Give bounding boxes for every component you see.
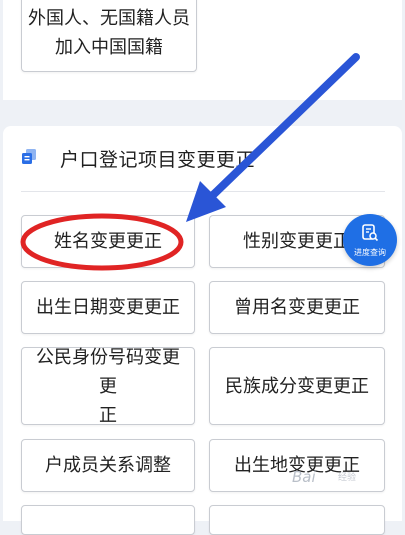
service-label-line2: 加入中国国籍 bbox=[55, 37, 163, 58]
service-birthdate-change[interactable]: 出生日期变更更正 bbox=[21, 281, 195, 334]
service-label-line1: 公民身份号码变更更 bbox=[36, 346, 180, 397]
watermark-logo: Bai bbox=[292, 468, 316, 486]
service-ethnicity-change[interactable]: 民族成分变更更正 bbox=[209, 347, 385, 425]
service-label: 曾用名变更更正 bbox=[234, 297, 360, 318]
progress-query-icon bbox=[360, 223, 380, 247]
service-label: 户成员关系调整 bbox=[45, 455, 171, 476]
service-label: 性别变更更正 bbox=[243, 231, 351, 252]
watermark-sub: 经验 bbox=[338, 473, 357, 483]
section-divider bbox=[21, 191, 385, 192]
service-label: 民族成分变更更正 bbox=[225, 375, 369, 397]
service-id-number-change[interactable]: 公民身份号码变更更 正 bbox=[21, 347, 195, 426]
service-household-relation-adjust[interactable]: 户成员关系调整 bbox=[21, 439, 195, 492]
service-partial-left[interactable] bbox=[21, 505, 195, 535]
section-header: 户口登记项目变更更正 bbox=[21, 138, 255, 178]
progress-query-button[interactable]: 进度查询 bbox=[343, 214, 397, 266]
service-label: 出生日期变更更正 bbox=[36, 297, 180, 318]
service-name-change[interactable]: 姓名变更更正 bbox=[21, 215, 195, 268]
service-former-name-change[interactable]: 曾用名变更更正 bbox=[209, 281, 385, 334]
top-service-card: 外国人、无国籍人员 加入中国国籍 bbox=[3, 0, 402, 100]
progress-query-label: 进度查询 bbox=[354, 247, 386, 257]
service-foreigner-naturalization[interactable]: 外国人、无国籍人员 加入中国国籍 bbox=[21, 0, 197, 72]
service-label: 姓名变更更正 bbox=[54, 231, 162, 252]
service-label-line2: 正 bbox=[99, 404, 117, 426]
service-partial-right[interactable] bbox=[209, 505, 385, 535]
service-label-line1: 外国人、无国籍人员 bbox=[28, 8, 190, 29]
document-stack-icon bbox=[21, 148, 38, 169]
section-title: 户口登记项目变更更正 bbox=[60, 148, 256, 171]
